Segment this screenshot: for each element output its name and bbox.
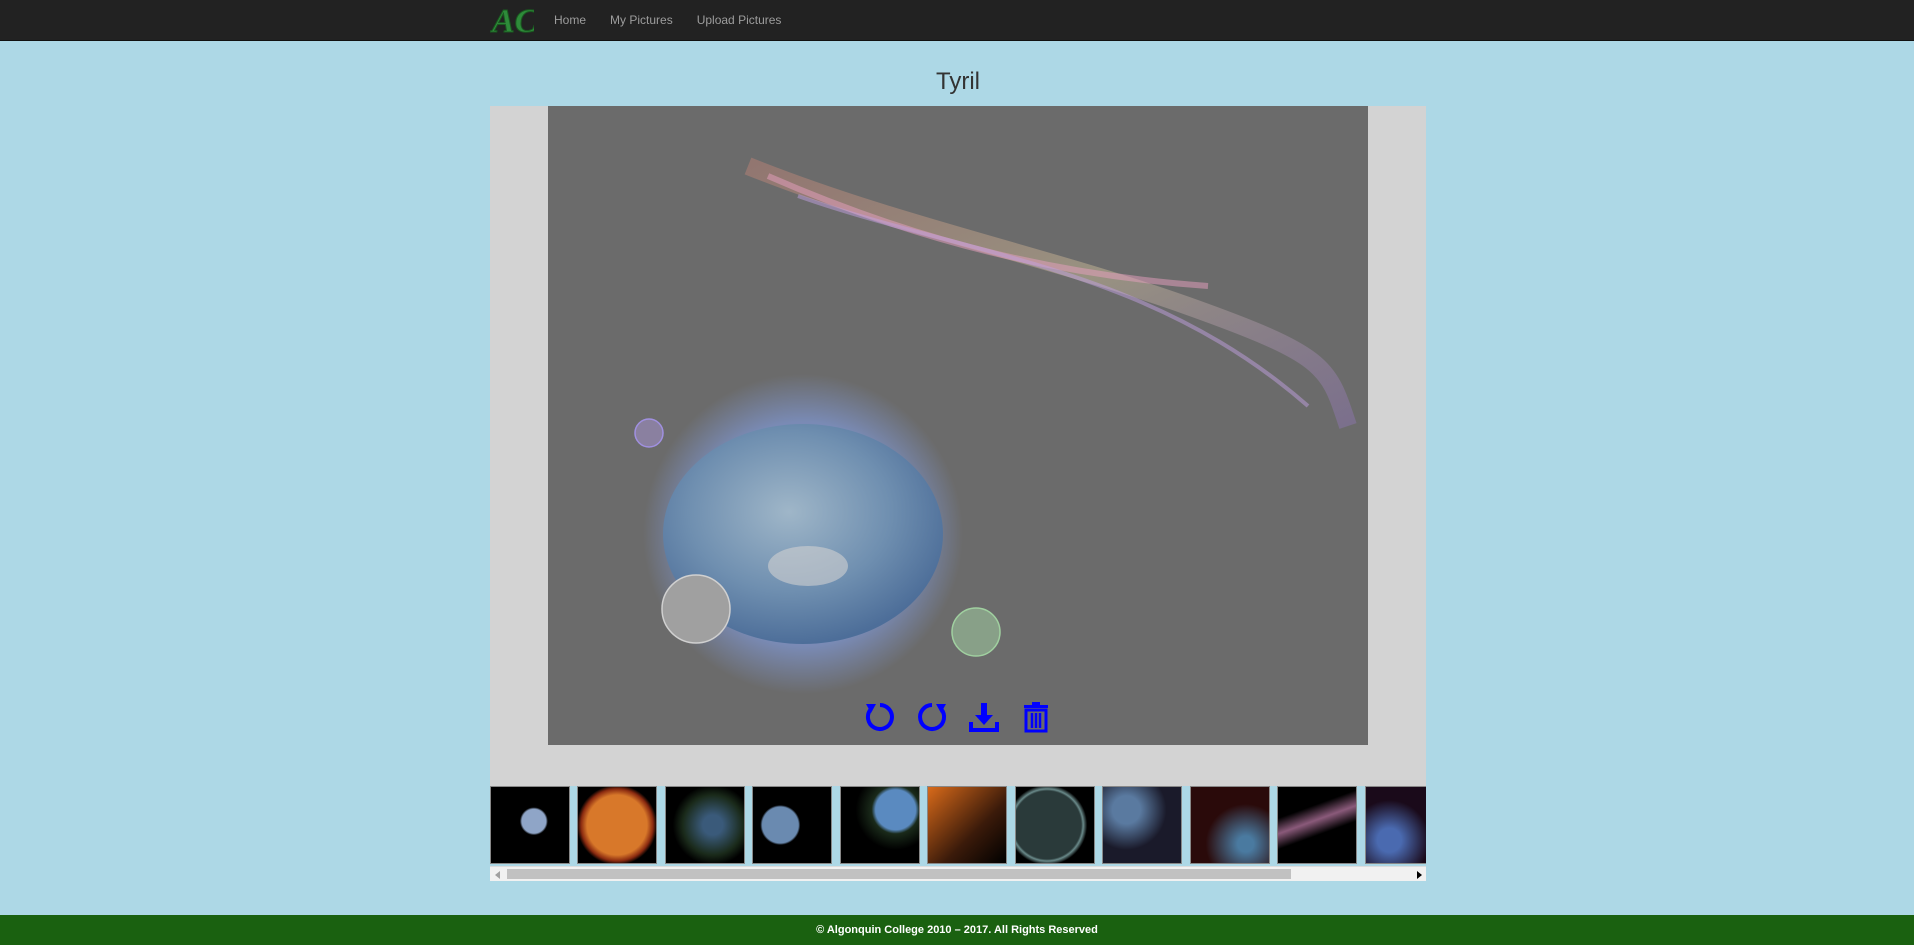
- scroll-right-arrow[interactable]: [1411, 867, 1426, 882]
- top-navbar: AC Home My Pictures Upload Pictures: [0, 0, 1914, 41]
- thumbnail-earth-side[interactable]: [752, 786, 833, 864]
- image-viewer: [490, 106, 1426, 786]
- thumbnail-pink-nebula[interactable]: [1277, 786, 1358, 864]
- nav-link-my-pictures[interactable]: My Pictures: [598, 0, 685, 40]
- trash-icon: [1024, 702, 1048, 733]
- thumbnail-earth-nebula[interactable]: [1102, 786, 1183, 864]
- thumbnail-earth-with-moon[interactable]: [839, 786, 920, 864]
- thumbnail-red-space[interactable]: [1189, 786, 1270, 864]
- thumbnail-strip: [490, 786, 1426, 866]
- caret-left-icon: [494, 870, 500, 879]
- thumbnail-dark-planet[interactable]: [664, 786, 745, 864]
- navbar-inner: AC Home My Pictures Upload Pictures: [490, 0, 794, 41]
- image-actions: [548, 699, 1368, 735]
- rotate-left-icon: [865, 703, 894, 731]
- logo[interactable]: AC: [490, 2, 539, 41]
- thumbnail-orange-nebula-planet[interactable]: [927, 786, 1008, 864]
- rotate-right-icon: [918, 703, 947, 731]
- thumbnail-earth-in-space[interactable]: [490, 786, 570, 864]
- album-title: Tyril: [936, 68, 980, 95]
- rotate-right-button[interactable]: [914, 699, 950, 735]
- main-image: [548, 106, 1368, 745]
- rotate-left-button[interactable]: [862, 699, 898, 735]
- thumbnail-blue-planet-nebula[interactable]: [1364, 786, 1426, 864]
- svg-text:AC: AC: [490, 3, 534, 38]
- caret-right-icon: [1416, 870, 1422, 879]
- footer-copyright: © Algonquin College 2010 – 2017. All Rig…: [816, 924, 1098, 936]
- thumbnail-orange-planet[interactable]: [577, 786, 658, 864]
- thumbnail-dark-crescent[interactable]: [1014, 786, 1095, 864]
- nav-link-home[interactable]: Home: [542, 0, 598, 40]
- footer: © Algonquin College 2010 – 2017. All Rig…: [0, 915, 1914, 945]
- download-button[interactable]: [966, 699, 1002, 735]
- scroll-left-arrow[interactable]: [490, 867, 505, 882]
- download-icon: [969, 703, 999, 732]
- delete-button[interactable]: [1018, 699, 1054, 735]
- thumbnail-scrollbar[interactable]: [490, 866, 1426, 881]
- scrollbar-thumb[interactable]: [507, 869, 1291, 879]
- nav-link-upload-pictures[interactable]: Upload Pictures: [685, 0, 794, 40]
